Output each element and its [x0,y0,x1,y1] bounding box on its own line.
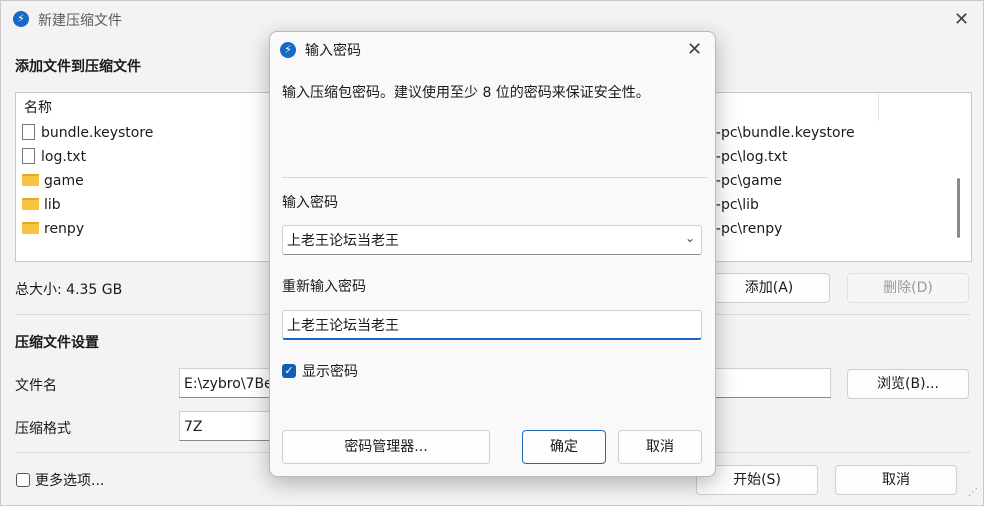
repeat-password-label: 重新输入密码 [282,279,366,295]
app-logo-icon: ⚡ [280,42,296,58]
file-name: bundle.keystore [41,125,154,141]
password-dialog: ⚡ 输入密码 ✕ 输入压缩包密码。建议使用至少 8 位的密码来保证安全性。 输入… [269,31,716,477]
file-path: 0-pc\lib [707,197,759,213]
show-password-label[interactable]: 显示密码 [302,361,358,381]
vertical-scrollbar[interactable] [957,178,960,238]
file-list-header-name[interactable]: 名称 [24,97,52,117]
folder-icon [22,198,39,210]
password-label: 输入密码 [282,195,338,211]
main-cancel-button[interactable]: 取消 [835,465,957,495]
file-path: 0-pc\game [707,173,782,189]
password-value: 上老王论坛当老王 [287,233,399,249]
resize-grip-icon[interactable]: ⋰ [968,488,978,498]
add-button[interactable]: 添加(A) [708,273,830,303]
folder-icon [22,222,39,234]
folder-icon [22,174,39,186]
file-icon [22,148,35,164]
column-divider [878,93,879,121]
password-manager-button[interactable]: 密码管理器... [282,430,490,464]
file-icon [22,124,35,140]
ok-button[interactable]: 确定 [522,430,606,464]
file-path: 0-pc\log.txt [707,149,788,165]
dialog-cancel-button[interactable]: 取消 [618,430,702,464]
format-select[interactable]: 7Z [179,411,271,441]
delete-button[interactable]: 删除(D) [847,273,969,303]
filename-label: 文件名 [15,378,57,394]
show-password-checkbox[interactable]: ✓ [282,364,296,378]
more-options-label[interactable]: 更多选项... [35,470,104,490]
settings-heading: 压缩文件设置 [15,335,99,351]
add-files-heading: 添加文件到压缩文件 [15,59,141,75]
file-path-column: 0-pc\bundle.keystore 0-pc\log.txt 0-pc\g… [707,121,957,241]
format-label: 压缩格式 [15,421,71,437]
divider [282,177,707,178]
more-options-checkbox[interactable] [16,473,30,487]
file-name: log.txt [41,149,87,165]
file-name: lib [44,197,61,213]
browse-button[interactable]: 浏览(B)... [847,369,969,399]
total-size: 总大小: 4.35 GB [15,282,123,298]
dialog-title: 输入密码 [305,43,361,59]
repeat-password-input[interactable]: 上老王论坛当老王 [282,310,702,340]
file-path: 0-pc\bundle.keystore [707,125,855,141]
app-logo-icon: ⚡ [13,11,29,27]
dialog-close-icon[interactable]: ✕ [687,41,702,59]
dialog-description: 输入压缩包密码。建议使用至少 8 位的密码来保证安全性。 [282,85,650,101]
password-input[interactable]: 上老王论坛当老王 [282,225,702,255]
file-path: 0-pc\renpy [707,221,783,237]
file-name: renpy [44,221,85,237]
close-icon[interactable]: ✕ [954,11,969,29]
chevron-down-icon[interactable]: ⌄ [685,231,695,245]
window-title: 新建压缩文件 [38,13,122,29]
file-name: game [44,173,84,189]
